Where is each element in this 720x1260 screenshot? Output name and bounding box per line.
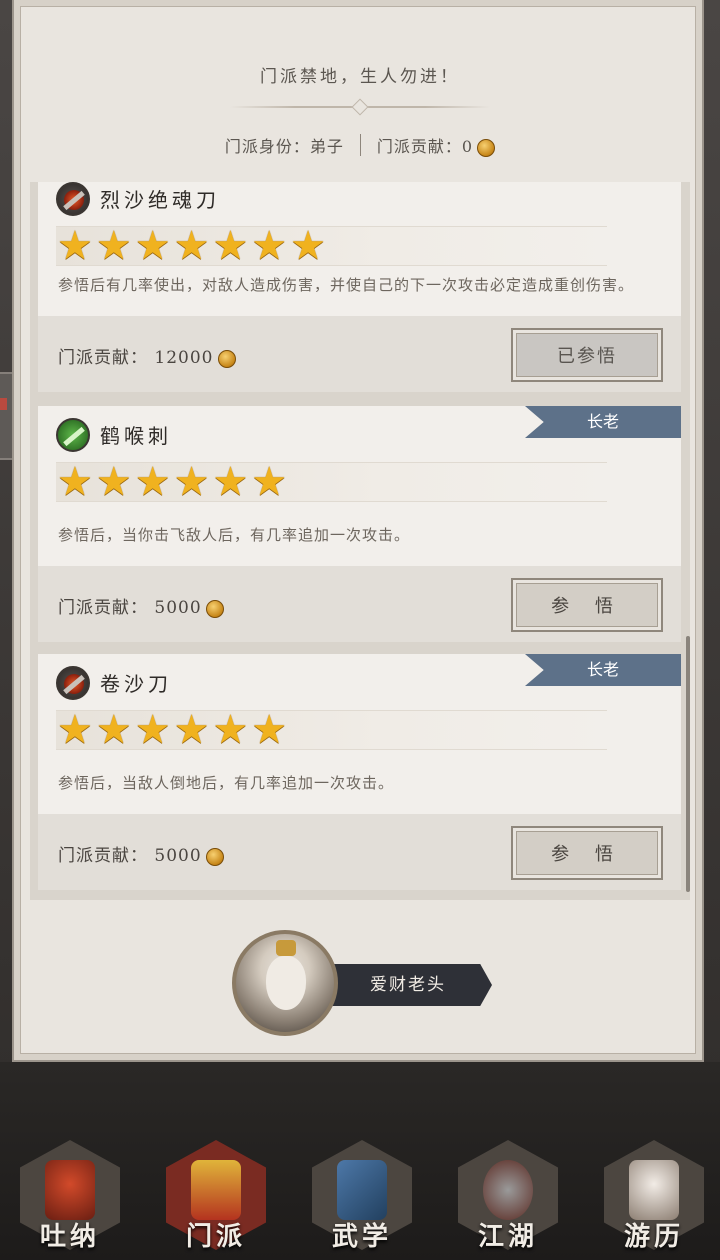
- nav-label: 游历: [623, 1222, 684, 1252]
- nav-item-martial-arts[interactable]: 武学: [312, 1140, 412, 1260]
- scroll-book-icon: [337, 1160, 387, 1220]
- cost-label: 门派贡献：: [58, 598, 148, 618]
- comprehend-button[interactable]: 参 悟: [511, 578, 663, 632]
- star-rating: ★ ★ ★ ★ ★ ★ ★: [56, 226, 607, 266]
- skill-cost: 门派贡献： 5000: [58, 841, 224, 866]
- npc-avatar[interactable]: [232, 930, 338, 1036]
- star-icon: ★: [173, 707, 210, 753]
- star-icon: ★: [57, 459, 93, 505]
- star-icon: ★: [95, 223, 132, 269]
- star-icon: ★: [173, 459, 210, 505]
- nav-item-travel[interactable]: 游历: [604, 1140, 704, 1260]
- star-icon: ★: [290, 223, 327, 269]
- star-icon: ★: [212, 459, 249, 505]
- rank-tag: 长老: [525, 654, 681, 686]
- sect-identity: 门派身份：弟子: [224, 137, 344, 156]
- skill-list[interactable]: 烈沙绝魂刀 ★ ★ ★ ★ ★ ★ ★ 参悟后有几率使出，对敌人造成伤害，并使自…: [30, 182, 690, 900]
- scrollbar[interactable]: [686, 636, 690, 892]
- saber-fire-icon: [56, 666, 90, 700]
- nav-label: 江湖: [477, 1222, 538, 1252]
- skill-name: 鹤喉刺: [100, 424, 172, 448]
- star-icon: ★: [251, 707, 288, 753]
- bamboo-hat-icon: [483, 1160, 533, 1220]
- card-footer: 门派贡献： 5000 参 悟: [38, 566, 681, 642]
- coin-icon: [217, 349, 236, 368]
- skill-card: 烈沙绝魂刀 ★ ★ ★ ★ ★ ★ ★ 参悟后有几率使出，对敌人造成伤害，并使自…: [38, 182, 681, 392]
- card-footer: 门派贡献： 5000 参 悟: [38, 814, 681, 890]
- star-icon: ★: [134, 459, 171, 505]
- npc-name: 爱财老头: [324, 964, 492, 1006]
- skill-cost: 门派贡献： 5000: [58, 593, 224, 618]
- star-icon: ★: [134, 707, 171, 753]
- sect-contribution: 门派贡献：0: [376, 133, 496, 157]
- rank-tag: 长老: [525, 406, 681, 438]
- star-icon: ★: [251, 223, 288, 269]
- star-icon: ★: [95, 707, 132, 753]
- star-icon: ★: [95, 459, 132, 505]
- contribution-label: 门派贡献：: [376, 137, 462, 156]
- page-title: 门派禁地，生人勿进！: [260, 67, 460, 87]
- skill-name: 烈沙绝魂刀: [100, 188, 220, 212]
- skill-description: 参悟后有几率使出，对敌人造成伤害，并使自己的下一次攻击必定造成重创伤害。: [58, 276, 635, 294]
- cost-value: 12000: [154, 348, 214, 368]
- star-icon: ★: [212, 707, 249, 753]
- nav-label: 门派: [185, 1222, 246, 1252]
- cost-label: 门派贡献：: [58, 846, 148, 866]
- comprehend-button[interactable]: 参 悟: [511, 826, 663, 880]
- saber-fire-icon: [56, 182, 90, 216]
- star-rating: ★ ★ ★ ★ ★ ★: [56, 710, 607, 750]
- ornamental-divider: [230, 106, 490, 108]
- coin-icon: [205, 847, 224, 866]
- skill-description: 参悟后，当敌人倒地后，有几率追加一次攻击。: [58, 774, 395, 792]
- sect-status-bar: 门派身份：弟子 门派贡献：0: [0, 133, 720, 157]
- card-footer: 门派贡献： 12000 已参悟: [38, 316, 681, 392]
- contribution-value: 0: [461, 137, 474, 156]
- star-rating: ★ ★ ★ ★ ★ ★: [56, 462, 607, 502]
- skill-description: 参悟后，当你击飞敌人后，有几率追加一次攻击。: [58, 526, 411, 544]
- horse-icon: [629, 1160, 679, 1220]
- skill-card: 长老 卷沙刀 ★ ★ ★ ★ ★ ★ 参悟后，当敌人倒地后，有几率追加一次攻击。…: [38, 654, 681, 890]
- learned-button[interactable]: 已参悟: [511, 328, 663, 382]
- star-icon: ★: [173, 223, 210, 269]
- coin-icon: [205, 599, 224, 618]
- skill-name: 卷沙刀: [100, 672, 172, 696]
- nav-item-tuna[interactable]: 吐纳: [20, 1140, 120, 1260]
- meditation-icon: [45, 1160, 95, 1220]
- nav-item-jianghu[interactable]: 江湖: [458, 1140, 558, 1260]
- nav-item-sect[interactable]: 门派: [166, 1140, 266, 1260]
- skill-card: 长老 鹤喉刺 ★ ★ ★ ★ ★ ★ 参悟后，当你击飞敌人后，有几率追加一次攻击…: [38, 406, 681, 642]
- cost-value: 5000: [154, 846, 202, 866]
- star-icon: ★: [57, 707, 93, 753]
- nav-label: 吐纳: [39, 1222, 100, 1252]
- green-dagger-icon: [56, 418, 90, 452]
- nav-label: 武学: [331, 1222, 392, 1252]
- status-separator: [359, 134, 361, 156]
- star-icon: ★: [251, 459, 288, 505]
- sect-banner-icon: [191, 1160, 241, 1220]
- cost-value: 5000: [154, 598, 202, 618]
- cost-label: 门派贡献：: [58, 348, 148, 368]
- star-icon: ★: [57, 223, 93, 269]
- coin-icon: [477, 138, 496, 157]
- star-icon: ★: [134, 223, 171, 269]
- side-tab-indicator: [0, 398, 7, 410]
- star-icon: ★: [212, 223, 249, 269]
- skill-cost: 门派贡献： 12000: [58, 343, 236, 368]
